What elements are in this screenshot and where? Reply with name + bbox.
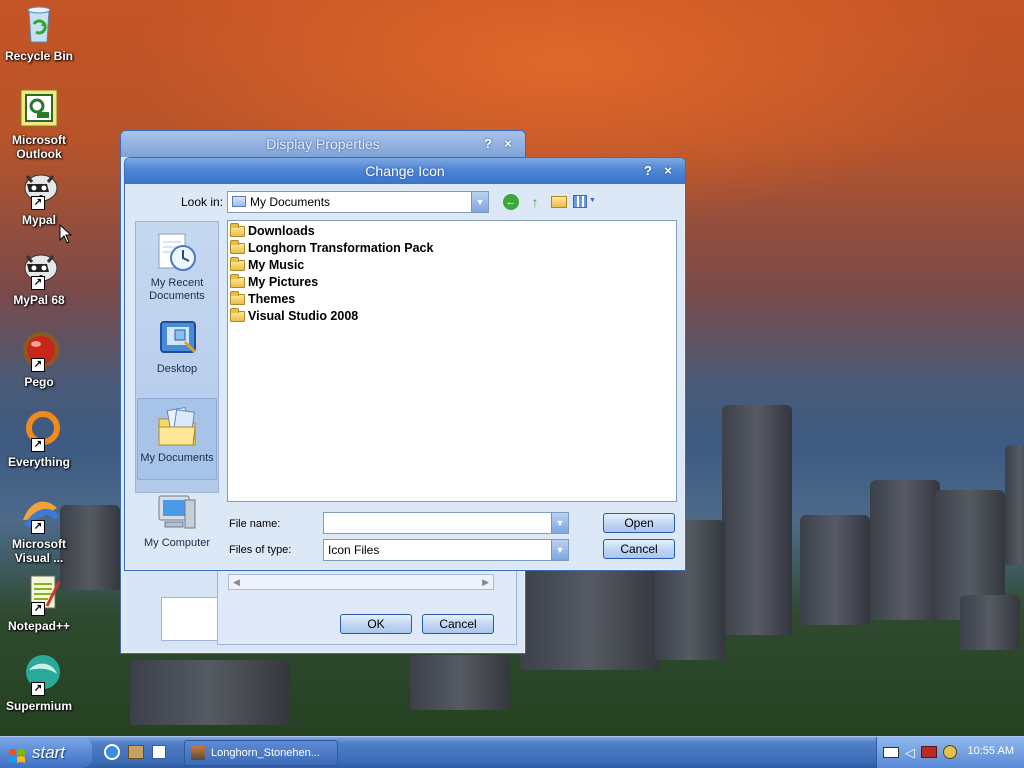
desktop-icon-supermium[interactable]: ↗ Supermium bbox=[0, 652, 78, 713]
change-icon-title: Change Icon bbox=[365, 163, 445, 179]
my-documents-icon bbox=[155, 405, 199, 449]
system-tray: ◁ 10:55 AM bbox=[876, 737, 1024, 768]
music-folder-icon bbox=[230, 257, 245, 271]
look-in-select[interactable]: My Documents ▼ bbox=[227, 191, 489, 213]
stonehenge-icon bbox=[191, 746, 205, 760]
list-item[interactable]: Longhorn Transformation Pack bbox=[230, 240, 433, 257]
mouse-cursor-icon bbox=[59, 223, 73, 247]
place-desktop[interactable]: Desktop bbox=[137, 310, 217, 392]
display-properties-titlebar[interactable]: Display Properties ? × bbox=[121, 131, 525, 157]
show-desktop-icon[interactable] bbox=[128, 745, 144, 759]
list-item[interactable]: Themes bbox=[230, 291, 295, 308]
desktop-icon-mypal68[interactable]: ↗ MyPal 68 bbox=[0, 246, 78, 307]
scroll-left-icon[interactable]: ◀ bbox=[233, 575, 240, 589]
folder-icon bbox=[230, 240, 245, 254]
up-folder-icon[interactable]: ↑ bbox=[527, 194, 543, 210]
outlook-icon bbox=[17, 86, 61, 130]
my-documents-small-icon bbox=[232, 196, 246, 207]
back-icon[interactable]: ← bbox=[503, 194, 519, 210]
folder-icon bbox=[230, 291, 245, 305]
list-item[interactable]: Visual Studio 2008 bbox=[230, 308, 358, 325]
new-folder-icon[interactable] bbox=[551, 196, 567, 208]
desktop-icon-mypal[interactable]: ↗ Mypal bbox=[0, 166, 78, 227]
internet-explorer-icon[interactable] bbox=[104, 744, 120, 760]
chevron-down-icon[interactable]: ▼ bbox=[551, 540, 568, 560]
chevron-down-icon[interactable]: ▼ bbox=[471, 192, 488, 212]
ok-button[interactable]: OK bbox=[340, 614, 412, 634]
desktop-icon-everything[interactable]: ↗ Everything bbox=[0, 408, 78, 469]
display-properties-title: Display Properties bbox=[266, 136, 380, 152]
desktop-icon-visual-studio[interactable]: ↗ Microsoft Visual ... bbox=[0, 490, 78, 565]
folder-icon bbox=[230, 223, 245, 237]
globe-icon[interactable] bbox=[943, 745, 957, 759]
desktop-icon-pego[interactable]: ↗ Pego bbox=[0, 328, 78, 389]
file-name-input[interactable]: ▼ bbox=[323, 512, 569, 534]
file-type-select[interactable]: Icon Files ▼ bbox=[323, 539, 569, 561]
place-my-documents[interactable]: My Documents bbox=[137, 398, 217, 480]
view-menu-icon[interactable]: ▼ bbox=[573, 195, 596, 209]
file-type-label: Files of type: bbox=[229, 544, 292, 556]
desktop-icon-outlook[interactable]: Microsoft Outlook bbox=[0, 86, 78, 161]
places-bar: My Recent Documents Desktop My Documents… bbox=[135, 221, 219, 549]
orange-ring-icon: ↗ bbox=[17, 408, 61, 452]
cancel-button[interactable]: Cancel bbox=[603, 539, 675, 559]
desktop-icon bbox=[155, 316, 199, 360]
place-my-computer[interactable]: My Computer bbox=[137, 484, 217, 556]
list-item[interactable]: My Music bbox=[230, 257, 304, 274]
recycle-bin-icon bbox=[17, 2, 61, 46]
recent-documents-icon bbox=[155, 230, 199, 274]
taskbar-item-longhorn-stonehenge[interactable]: Longhorn_Stonehen... bbox=[184, 740, 338, 766]
folder-icon bbox=[230, 308, 245, 322]
network-icon[interactable] bbox=[921, 746, 937, 758]
list-item[interactable]: Downloads bbox=[230, 223, 315, 240]
scroll-right-icon[interactable]: ▶ bbox=[482, 575, 489, 589]
desktop-icon-recycle-bin[interactable]: Recycle Bin bbox=[0, 2, 78, 63]
volume-icon[interactable]: ◁ bbox=[905, 745, 915, 761]
help-button[interactable]: ? bbox=[479, 131, 497, 157]
horizontal-scrollbar[interactable]: ◀ ▶ bbox=[228, 574, 494, 590]
visual-studio-icon: ↗ bbox=[17, 490, 61, 534]
chevron-down-icon[interactable]: ▼ bbox=[551, 513, 568, 533]
open-button[interactable]: Open bbox=[603, 513, 675, 533]
preview-panel bbox=[161, 597, 221, 641]
list-item[interactable]: My Pictures bbox=[230, 274, 318, 291]
keyboard-icon[interactable] bbox=[883, 747, 899, 758]
file-name-label: File name: bbox=[229, 518, 281, 530]
raccoon-icon: ↗ bbox=[17, 166, 61, 210]
supermium-icon: ↗ bbox=[17, 652, 61, 696]
red-ball-icon: ↗ bbox=[17, 328, 61, 372]
pictures-folder-icon bbox=[230, 274, 245, 288]
notepad-plus-icon: ↗ bbox=[17, 572, 61, 616]
desktop-icon-notepad-plus[interactable]: ↗ Notepad++ bbox=[0, 572, 78, 633]
help-button[interactable]: ? bbox=[639, 158, 657, 184]
close-button[interactable]: × bbox=[659, 158, 677, 184]
place-my-recent-documents[interactable]: My Recent Documents bbox=[137, 224, 217, 306]
change-icon-titlebar[interactable]: Change Icon ? × bbox=[125, 158, 685, 184]
clock[interactable]: 10:55 AM bbox=[968, 745, 1014, 757]
look-in-label: Look in: bbox=[181, 195, 224, 209]
my-computer-icon bbox=[155, 490, 199, 534]
inner-dialog-panel: ◀ ▶ OK Cancel bbox=[217, 569, 517, 645]
file-list[interactable]: Downloads Longhorn Transformation Pack M… bbox=[227, 220, 677, 502]
close-button[interactable]: × bbox=[499, 131, 517, 157]
start-button[interactable]: start bbox=[0, 737, 92, 768]
taskbar: start Longhorn_Stonehen... ◁ 10:55 AM bbox=[0, 736, 1024, 768]
raccoon-icon: ↗ bbox=[17, 246, 61, 290]
cancel-button[interactable]: Cancel bbox=[422, 614, 494, 634]
media-player-icon[interactable] bbox=[152, 745, 166, 759]
windows-logo-icon bbox=[8, 744, 26, 763]
change-icon-dialog: Change Icon ? × Look in: My Documents ▼ … bbox=[124, 157, 686, 571]
